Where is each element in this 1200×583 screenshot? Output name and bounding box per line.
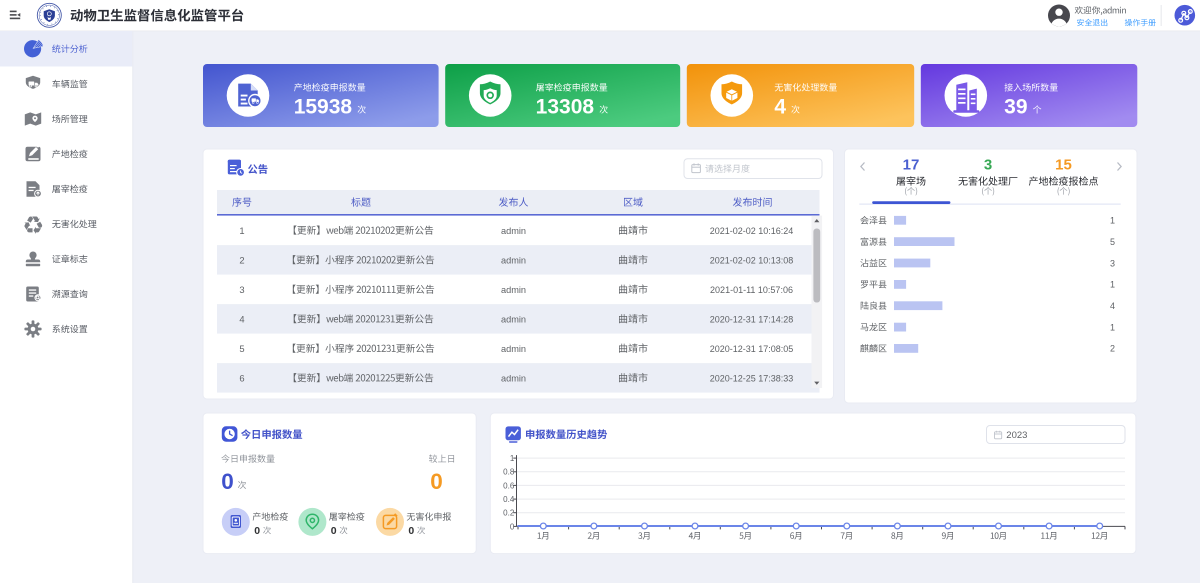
svg-text:admin: admin: [501, 314, 526, 324]
svg-text:6: 6: [239, 372, 244, 383]
svg-text:15938: 15938: [294, 96, 353, 119]
svg-text:1: 1: [239, 225, 244, 236]
svg-text:2021-02-02 10:13:08: 2021-02-02 10:13:08: [710, 255, 794, 265]
svg-text:0.2: 0.2: [503, 509, 515, 518]
svg-text:2020-12-31 17:08:05: 2020-12-31 17:08:05: [710, 344, 794, 354]
svg-text:5: 5: [239, 343, 244, 354]
svg-text:2: 2: [239, 254, 244, 265]
svg-text:5: 5: [1110, 237, 1115, 247]
svg-text:1: 1: [1110, 280, 1115, 290]
svg-text:0: 0: [221, 469, 234, 494]
svg-text:2021-01-11 10:57:06: 2021-01-11 10:57:06: [710, 285, 793, 295]
svg-text:3: 3: [1110, 258, 1115, 268]
svg-text:2020-12-25 17:38:33: 2020-12-25 17:38:33: [710, 373, 794, 383]
svg-text:0.6: 0.6: [503, 481, 515, 490]
svg-text:admin: admin: [501, 285, 526, 295]
svg-text:3: 3: [239, 284, 244, 295]
svg-text:0: 0: [331, 525, 337, 537]
svg-text:2: 2: [1110, 344, 1115, 354]
svg-text:0: 0: [430, 469, 443, 494]
svg-text:admin: admin: [501, 373, 526, 383]
svg-text:39: 39: [1004, 96, 1027, 119]
svg-text:0: 0: [408, 525, 414, 537]
svg-text:15: 15: [1055, 157, 1072, 174]
svg-text:17: 17: [903, 157, 920, 174]
svg-text:admin: admin: [501, 255, 526, 265]
svg-text:0.4: 0.4: [503, 495, 515, 504]
svg-text:1: 1: [510, 454, 515, 463]
svg-text:0.8: 0.8: [503, 468, 515, 477]
svg-text:2021-02-02 10:16:24: 2021-02-02 10:16:24: [710, 226, 794, 236]
svg-text:1: 1: [1110, 322, 1115, 332]
svg-text:0: 0: [510, 522, 515, 531]
svg-text:2023: 2023: [1006, 430, 1027, 441]
svg-text:4: 4: [774, 96, 786, 119]
svg-text:4: 4: [1110, 301, 1115, 311]
svg-text:0: 0: [254, 525, 260, 537]
svg-text:13308: 13308: [536, 96, 595, 119]
svg-text:admin: admin: [501, 226, 526, 236]
svg-text:4: 4: [239, 313, 244, 324]
svg-text:admin: admin: [501, 344, 526, 354]
svg-text:1: 1: [1110, 216, 1115, 226]
svg-text:3: 3: [984, 157, 992, 174]
svg-text:2020-12-31 17:14:28: 2020-12-31 17:14:28: [710, 314, 794, 324]
